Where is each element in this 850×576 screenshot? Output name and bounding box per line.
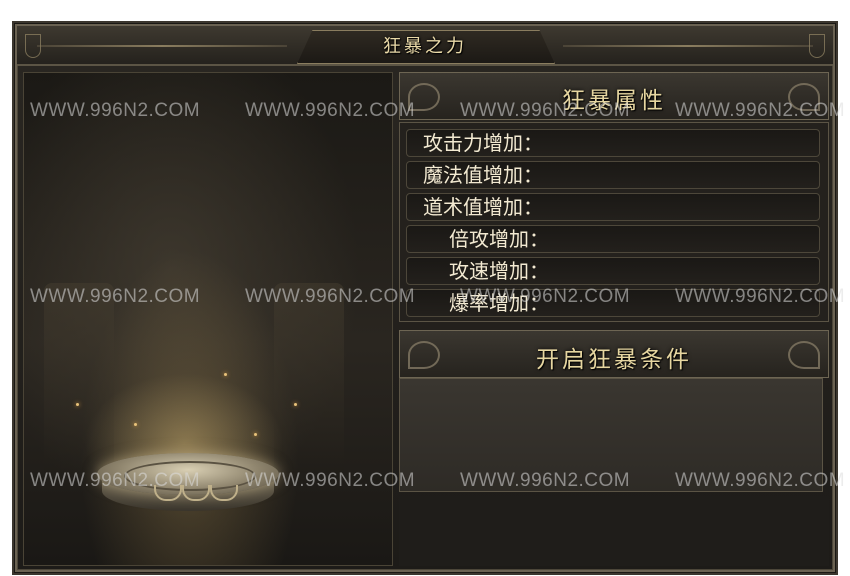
ember-spark bbox=[294, 403, 297, 406]
attribute-label: 魔法值增加： bbox=[423, 163, 543, 187]
attribute-label: 道术值增加： bbox=[423, 195, 543, 219]
left-corner-ornament bbox=[25, 34, 41, 58]
conditions-header-title: 开启狂暴条件 bbox=[536, 347, 692, 373]
attribute-label: 爆率增加： bbox=[449, 291, 549, 315]
window-title: 狂暴之力 bbox=[383, 36, 467, 57]
altar-scene bbox=[23, 72, 393, 566]
attribute-row-magic: 魔法值增加： bbox=[406, 161, 820, 189]
conditions-panel bbox=[399, 378, 823, 492]
ember-spark bbox=[254, 433, 257, 436]
ember-spark bbox=[76, 403, 79, 406]
ember-spark bbox=[224, 373, 227, 376]
right-corner-ornament bbox=[809, 34, 825, 58]
attribute-label: 攻速增加： bbox=[449, 259, 549, 283]
attribute-row-multiplier: 倍攻增加： bbox=[406, 225, 820, 253]
attribute-label: 倍攻增加： bbox=[449, 227, 549, 251]
berserk-power-window: 狂暴之力 狂暴属性 攻击力增加： 魔法值增加： 道术值增加： 倍攻增加： 攻速增… bbox=[15, 24, 835, 572]
title-left-ornament bbox=[37, 45, 287, 47]
berserk-conditions-header: 开启狂暴条件 bbox=[399, 330, 829, 378]
attributes-list: 攻击力增加： 魔法值增加： 道术值增加： 倍攻增加： 攻速增加： 爆率增加： bbox=[399, 122, 829, 322]
berserk-attributes-header: 狂暴属性 bbox=[399, 72, 829, 120]
title-right-ornament bbox=[563, 45, 813, 47]
attribute-row-attack: 攻击力增加： bbox=[406, 129, 820, 157]
attribute-row-drop-rate: 爆率增加： bbox=[406, 289, 820, 317]
attribute-row-attack-speed: 攻速增加： bbox=[406, 257, 820, 285]
right-pillar bbox=[274, 283, 344, 473]
attributes-header-title: 狂暴属性 bbox=[562, 88, 666, 114]
attribute-label: 攻击力增加： bbox=[423, 131, 543, 155]
bottom-panel bbox=[399, 496, 829, 566]
ember-spark bbox=[134, 423, 137, 426]
attribute-row-taoism: 道术值增加： bbox=[406, 193, 820, 221]
screenshot-stage: 狂暴之力 狂暴属性 攻击力增加： 魔法值增加： 道术值增加： 倍攻增加： 攻速增… bbox=[0, 0, 850, 576]
title-bar: 狂暴之力 bbox=[17, 26, 833, 66]
